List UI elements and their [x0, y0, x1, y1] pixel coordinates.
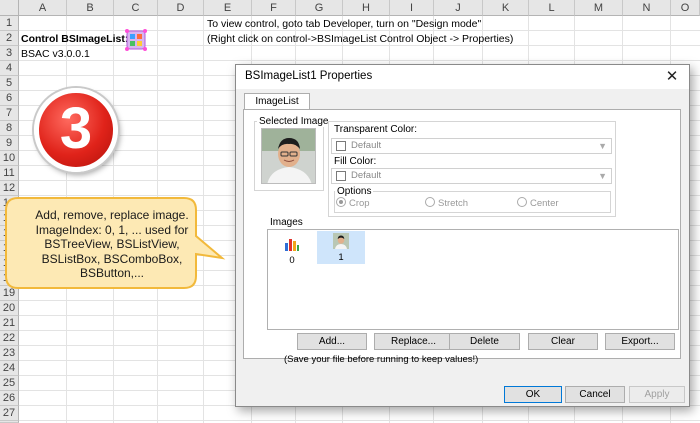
- column-header-f[interactable]: F: [252, 0, 296, 16]
- callout-line: BSTreeView, BSListView,: [44, 237, 180, 251]
- grid-line: [19, 60, 700, 61]
- column-header-h[interactable]: H: [343, 0, 390, 16]
- close-icon[interactable]: ✕: [661, 67, 683, 87]
- image-item-0[interactable]: 0: [272, 234, 312, 266]
- grid-line: [19, 420, 700, 421]
- column-header-e[interactable]: E: [204, 0, 252, 16]
- row-header-10[interactable]: 10: [0, 151, 19, 166]
- column-header-k[interactable]: K: [483, 0, 529, 16]
- column-header-l[interactable]: L: [529, 0, 575, 16]
- row-header-27[interactable]: 27: [0, 406, 19, 421]
- column-header-n[interactable]: N: [623, 0, 671, 16]
- fill-color-label: Fill Color:: [334, 156, 377, 167]
- radio-dot: [425, 197, 435, 207]
- column-header-o[interactable]: O: [671, 0, 700, 16]
- row-header-23[interactable]: 23: [0, 346, 19, 361]
- callout-line: Add, remove, replace image.: [35, 208, 189, 222]
- row-header-26[interactable]: 26: [0, 391, 19, 406]
- column-header-j[interactable]: J: [434, 0, 483, 16]
- transparent-color-value: Default: [351, 140, 382, 151]
- replace-image-button[interactable]: Replace...: [374, 333, 453, 350]
- select-all-corner[interactable]: [0, 0, 19, 16]
- callout-line: BSButton,...: [79, 266, 145, 280]
- export-images-button[interactable]: Export...: [605, 333, 675, 350]
- column-header-b[interactable]: B: [67, 0, 114, 16]
- row-header-20[interactable]: 20: [0, 301, 19, 316]
- radio-dot: [517, 197, 527, 207]
- row-header-5[interactable]: 5: [0, 76, 19, 91]
- image-index-label: 1: [338, 252, 344, 263]
- transparent-color-select[interactable]: Default ▼: [331, 138, 612, 154]
- chevron-down-icon: ▼: [598, 171, 607, 181]
- row-header-6[interactable]: 6: [0, 91, 19, 106]
- row-header-7[interactable]: 7: [0, 106, 19, 121]
- dialog-title: BSImageList1 Properties: [245, 70, 373, 82]
- option-label: Stretch: [438, 198, 469, 209]
- column-header-m[interactable]: M: [575, 0, 623, 16]
- ok-button[interactable]: OK: [504, 386, 562, 403]
- images-list[interactable]: 0 1: [267, 229, 679, 330]
- fill-color-select[interactable]: Default ▼: [331, 168, 612, 184]
- callout-line: ImageIndex: 0, 1, ... used for: [35, 222, 189, 237]
- image-index-label: 0: [289, 255, 295, 266]
- person-photo-icon: [333, 233, 349, 249]
- row-header-4[interactable]: 4: [0, 61, 19, 76]
- option-crop-radio[interactable]: Crop: [336, 197, 370, 209]
- clear-images-button[interactable]: Clear: [528, 333, 598, 350]
- option-center-radio[interactable]: Center: [517, 197, 559, 209]
- properties-dialog: BSImageList1 Properties ✕ ImageList Edit…: [235, 64, 690, 407]
- row-header-11[interactable]: 11: [0, 166, 19, 181]
- cell-a3-version[interactable]: BSAC v3.0.0.1: [21, 48, 90, 61]
- cell-e1-instruction[interactable]: To view control, goto tab Developer, tur…: [207, 18, 481, 31]
- row-header-25[interactable]: 25: [0, 376, 19, 391]
- tab-imagelist-editor[interactable]: ImageList Editor: [244, 93, 310, 123]
- options-group: [334, 191, 611, 213]
- options-label: Options: [335, 186, 374, 197]
- add-image-button[interactable]: Add...: [297, 333, 367, 350]
- row-header-2[interactable]: 2: [0, 31, 19, 46]
- column-header-d[interactable]: D: [158, 0, 204, 16]
- callout-text: Add, remove, replace image. ImageIndex: …: [14, 208, 210, 281]
- cancel-button[interactable]: Cancel: [565, 386, 625, 403]
- row-header-8[interactable]: 8: [0, 121, 19, 136]
- row-header-3[interactable]: 3: [0, 46, 19, 61]
- image-item-1[interactable]: 1: [317, 231, 365, 264]
- row-header-24[interactable]: 24: [0, 361, 19, 376]
- person-photo-icon: [262, 129, 315, 183]
- row-header-22[interactable]: 22: [0, 331, 19, 346]
- column-header-g[interactable]: G: [296, 0, 343, 16]
- transparent-color-label: Transparent Color:: [334, 124, 417, 135]
- option-label: Center: [530, 198, 559, 209]
- color-swatch: [336, 171, 346, 181]
- chevron-down-icon: ▼: [598, 141, 607, 151]
- bsimagelist-control-icon[interactable]: [124, 28, 148, 52]
- column-header-c[interactable]: C: [114, 0, 158, 16]
- radio-dot: [336, 197, 346, 207]
- cell-e2-instruction[interactable]: (Right click on control->BSImageList Con…: [207, 33, 513, 46]
- save-hint-text: (Save your file before running to keep v…: [284, 354, 479, 365]
- delete-image-button[interactable]: Delete: [449, 333, 520, 350]
- callout-line: BSListBox, BSComboBox,: [41, 251, 183, 266]
- option-stretch-radio[interactable]: Stretch: [425, 197, 468, 209]
- row-header-21[interactable]: 21: [0, 316, 19, 331]
- row-header-12[interactable]: 12: [0, 181, 19, 196]
- fill-color-value: Default: [351, 170, 382, 181]
- images-label: Images: [268, 217, 305, 228]
- column-header-i[interactable]: I: [390, 0, 434, 16]
- option-label: Crop: [349, 198, 370, 209]
- step-number-badge: 3: [34, 88, 118, 172]
- column-header-a[interactable]: A: [19, 0, 67, 16]
- bar-chart-icon: [285, 239, 299, 251]
- color-swatch: [336, 141, 346, 151]
- row-header-1[interactable]: 1: [0, 16, 19, 31]
- cell-b2-label[interactable]: Control BSImageList:: [21, 33, 128, 46]
- apply-button[interactable]: Apply: [629, 386, 685, 403]
- selected-image-label: Selected Image: [257, 116, 331, 127]
- selected-image-preview: [261, 128, 316, 184]
- row-header-9[interactable]: 9: [0, 136, 19, 151]
- dialog-titlebar[interactable]: BSImageList1 Properties ✕: [236, 65, 689, 89]
